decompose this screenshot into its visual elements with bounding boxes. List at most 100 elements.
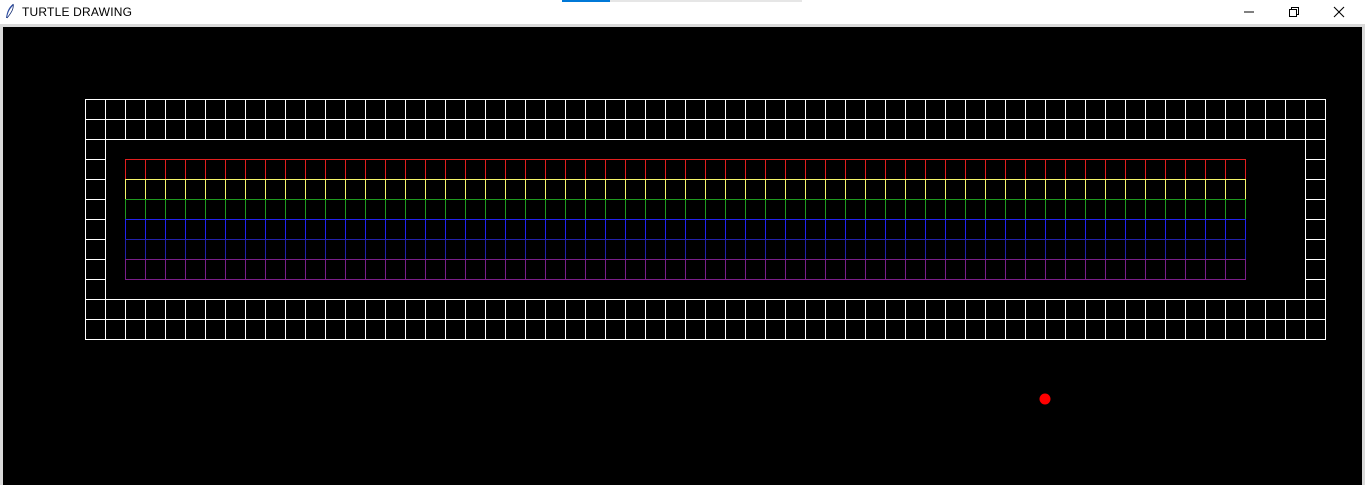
border-grid-cell	[1085, 99, 1106, 120]
color-grid-cell	[685, 219, 706, 240]
border-grid-cell	[125, 319, 146, 340]
color-grid-cell	[1145, 239, 1166, 260]
color-grid-cell	[1205, 259, 1226, 280]
border-grid-cell	[1105, 299, 1126, 320]
color-grid-cell	[805, 199, 826, 220]
color-grid-cell	[665, 219, 686, 240]
color-grid-cell	[465, 179, 486, 200]
color-grid-cell	[545, 219, 566, 240]
color-grid-cell	[925, 239, 946, 260]
border-grid-cell	[125, 99, 146, 120]
border-grid-cell	[85, 139, 106, 160]
border-grid-cell	[385, 319, 406, 340]
color-grid-cell	[1165, 199, 1186, 220]
color-grid-cell	[425, 239, 446, 260]
border-grid-cell	[445, 319, 466, 340]
border-grid-cell	[1185, 99, 1206, 120]
border-grid-cell	[1285, 299, 1306, 320]
color-grid-cell	[1005, 179, 1026, 200]
border-grid-cell	[245, 99, 266, 120]
border-grid-cell	[605, 119, 626, 140]
color-grid-cell	[765, 199, 786, 220]
border-grid-cell	[405, 299, 426, 320]
color-grid-cell	[1045, 159, 1066, 180]
color-grid-cell	[765, 219, 786, 240]
color-grid-cell	[705, 159, 726, 180]
border-grid-cell	[305, 99, 326, 120]
color-grid-cell	[585, 159, 606, 180]
border-grid-cell	[765, 119, 786, 140]
color-grid-cell	[125, 239, 146, 260]
color-grid-cell	[545, 259, 566, 280]
color-grid-cell	[765, 239, 786, 260]
color-grid-cell	[625, 259, 646, 280]
color-grid-cell	[465, 219, 486, 240]
border-grid-cell	[85, 299, 106, 320]
color-grid-cell	[565, 159, 586, 180]
border-grid-cell	[845, 99, 866, 120]
turtle-canvas[interactable]	[3, 27, 1362, 485]
color-grid-cell	[405, 179, 426, 200]
color-grid-cell	[885, 159, 906, 180]
close-button[interactable]	[1316, 0, 1362, 24]
color-grid-cell	[725, 259, 746, 280]
border-grid-cell	[545, 299, 566, 320]
color-grid-cell	[585, 199, 606, 220]
color-grid-cell	[605, 199, 626, 220]
border-grid-cell	[85, 319, 106, 340]
color-grid-cell	[1045, 199, 1066, 220]
title-bar[interactable]: TURTLE DRAWING	[0, 0, 1365, 24]
color-grid-cell	[385, 179, 406, 200]
border-grid-cell	[285, 119, 306, 140]
color-grid-cell	[505, 159, 526, 180]
border-grid-cell	[305, 119, 326, 140]
color-grid-cell	[345, 259, 366, 280]
border-grid-cell	[465, 319, 486, 340]
color-grid-cell	[785, 179, 806, 200]
color-grid-cell	[345, 239, 366, 260]
border-grid-cell	[445, 99, 466, 120]
color-grid-cell	[845, 259, 866, 280]
color-grid-cell	[945, 199, 966, 220]
border-grid-cell	[805, 119, 826, 140]
color-grid-cell	[685, 259, 706, 280]
border-grid-cell	[345, 99, 366, 120]
border-grid-cell	[1105, 99, 1126, 120]
border-grid-cell	[1125, 299, 1146, 320]
color-grid-cell	[485, 239, 506, 260]
color-grid-cell	[945, 259, 966, 280]
border-grid-cell	[165, 99, 186, 120]
color-grid-cell	[545, 179, 566, 200]
color-grid-cell	[665, 259, 686, 280]
color-grid-cell	[965, 199, 986, 220]
color-grid-cell	[205, 219, 226, 240]
color-grid-cell	[1005, 219, 1026, 240]
border-grid-cell	[205, 319, 226, 340]
border-grid-cell	[1305, 319, 1326, 340]
border-grid-cell	[85, 179, 106, 200]
minimize-button[interactable]	[1226, 0, 1272, 24]
color-grid-cell	[185, 199, 206, 220]
maximize-button[interactable]	[1271, 0, 1317, 24]
color-grid-cell	[1065, 199, 1086, 220]
color-grid-cell	[125, 199, 146, 220]
color-grid-cell	[185, 219, 206, 240]
color-grid-cell	[785, 259, 806, 280]
border-grid-cell	[945, 299, 966, 320]
border-grid-cell	[325, 319, 346, 340]
color-grid-cell	[805, 219, 826, 240]
color-grid-cell	[985, 239, 1006, 260]
color-grid-cell	[325, 179, 346, 200]
border-grid-cell	[1205, 299, 1226, 320]
border-grid-cell	[685, 119, 706, 140]
border-grid-cell	[605, 99, 626, 120]
border-grid-cell	[145, 99, 166, 120]
color-grid-cell	[905, 239, 926, 260]
border-grid-cell	[505, 99, 526, 120]
color-grid-cell	[1065, 259, 1086, 280]
border-grid-cell	[1305, 119, 1326, 140]
border-grid-cell	[85, 259, 106, 280]
border-grid-cell	[165, 319, 186, 340]
turtle-window: TURTLE DRAWING	[0, 0, 1365, 485]
color-grid-cell	[365, 199, 386, 220]
